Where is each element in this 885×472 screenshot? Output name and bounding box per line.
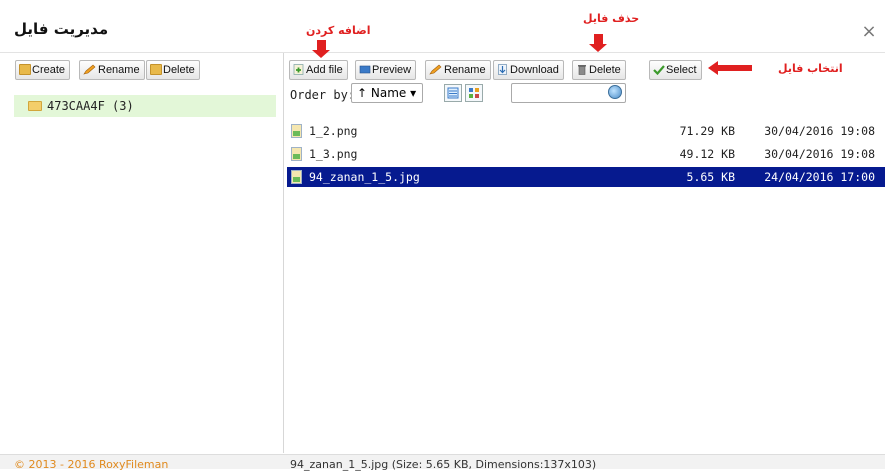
rename-file-button[interactable]: Rename xyxy=(425,60,491,80)
download-icon xyxy=(497,63,509,75)
delete-folder-button[interactable]: Delete xyxy=(146,60,200,80)
arrow-down-icon xyxy=(312,40,330,58)
pencil-icon xyxy=(83,63,97,75)
select-button[interactable]: Select xyxy=(649,60,702,80)
file-date: 30/04/2016 19:08 xyxy=(764,147,875,161)
file-date: 30/04/2016 19:08 xyxy=(764,124,875,138)
select-label: Select xyxy=(666,64,697,76)
rename-label: Rename xyxy=(98,64,140,76)
arrow-down-icon xyxy=(589,34,607,52)
file-date: 24/04/2016 17:00 xyxy=(764,170,875,184)
preview-label: Preview xyxy=(372,64,412,76)
checkmark-icon xyxy=(653,63,665,76)
delete-file-button[interactable]: Delete xyxy=(572,60,626,80)
file-row-selected[interactable]: 94_zanan_1_5.jpg 5.65 KB 24/04/2016 17:0… xyxy=(287,167,885,187)
search-input[interactable] xyxy=(511,83,626,103)
preview-button[interactable]: Preview xyxy=(355,60,417,80)
image-file-icon xyxy=(291,124,302,138)
add-file-button[interactable]: Add file xyxy=(289,60,348,80)
search-icon[interactable] xyxy=(608,85,622,99)
annotation-delete-file: حذف فایل xyxy=(583,12,640,25)
rename-file-label: Rename xyxy=(444,64,486,76)
selected-file-status: 94_zanan_1_5.jpg (Size: 5.65 KB, Dimensi… xyxy=(290,458,597,471)
file-panel: Add file Preview Rename Download Delete … xyxy=(284,53,885,453)
list-view-icon[interactable] xyxy=(444,84,462,102)
preview-icon xyxy=(359,63,371,74)
download-button[interactable]: Download xyxy=(493,60,564,80)
status-bar: © 2013 - 2016 RoxyFileman 94_zanan_1_5.j… xyxy=(0,454,885,472)
trash-icon xyxy=(576,63,588,75)
folder-tree-item[interactable]: 473CAA4F (3) xyxy=(14,95,276,117)
annotation-add-file: اضافه کردن xyxy=(306,24,371,37)
folder-panel: Create Rename Delete 473CAA4F (3) xyxy=(0,53,284,453)
arrow-left-icon xyxy=(708,61,752,75)
file-name: 94_zanan_1_5.jpg xyxy=(309,170,420,184)
file-size: 71.29 KB xyxy=(679,124,735,138)
file-name: 1_2.png xyxy=(309,124,358,138)
image-file-icon xyxy=(291,147,302,161)
close-icon[interactable]: × xyxy=(859,22,879,42)
delete-file-label: Delete xyxy=(589,64,621,76)
delete-label: Delete xyxy=(163,64,195,76)
annotation-select-file: انتخاب فایل xyxy=(778,62,843,75)
folder-delete-icon xyxy=(150,64,162,75)
file-size: 5.65 KB xyxy=(686,170,735,184)
add-file-label: Add file xyxy=(306,64,343,76)
order-by-select[interactable]: ↑ Name ▾ xyxy=(351,83,423,103)
file-row[interactable]: 1_3.png 49.12 KB 30/04/2016 19:08 xyxy=(287,144,885,164)
order-by-label: Order by: xyxy=(290,88,356,102)
file-row[interactable]: 1_2.png 71.29 KB 30/04/2016 19:08 xyxy=(287,121,885,141)
image-file-icon xyxy=(291,170,302,184)
file-name: 1_3.png xyxy=(309,147,358,161)
folder-name: 473CAA4F (3) xyxy=(47,99,134,113)
title-bar: مدیریت فایل × xyxy=(0,0,885,53)
window-title: مدیریت فایل xyxy=(14,20,109,38)
add-file-icon xyxy=(293,63,305,75)
rename-folder-button[interactable]: Rename xyxy=(79,60,145,80)
create-folder-button[interactable]: Create xyxy=(15,60,71,80)
folder-icon xyxy=(28,101,42,111)
create-label: Create xyxy=(32,64,66,76)
folder-add-icon xyxy=(19,64,31,75)
copyright-link[interactable]: © 2013 - 2016 RoxyFileman xyxy=(14,458,168,472)
file-size: 49.12 KB xyxy=(679,147,735,161)
download-label: Download xyxy=(510,64,559,76)
thumbnail-view-icon[interactable] xyxy=(465,84,483,102)
pencil-icon xyxy=(429,63,443,75)
